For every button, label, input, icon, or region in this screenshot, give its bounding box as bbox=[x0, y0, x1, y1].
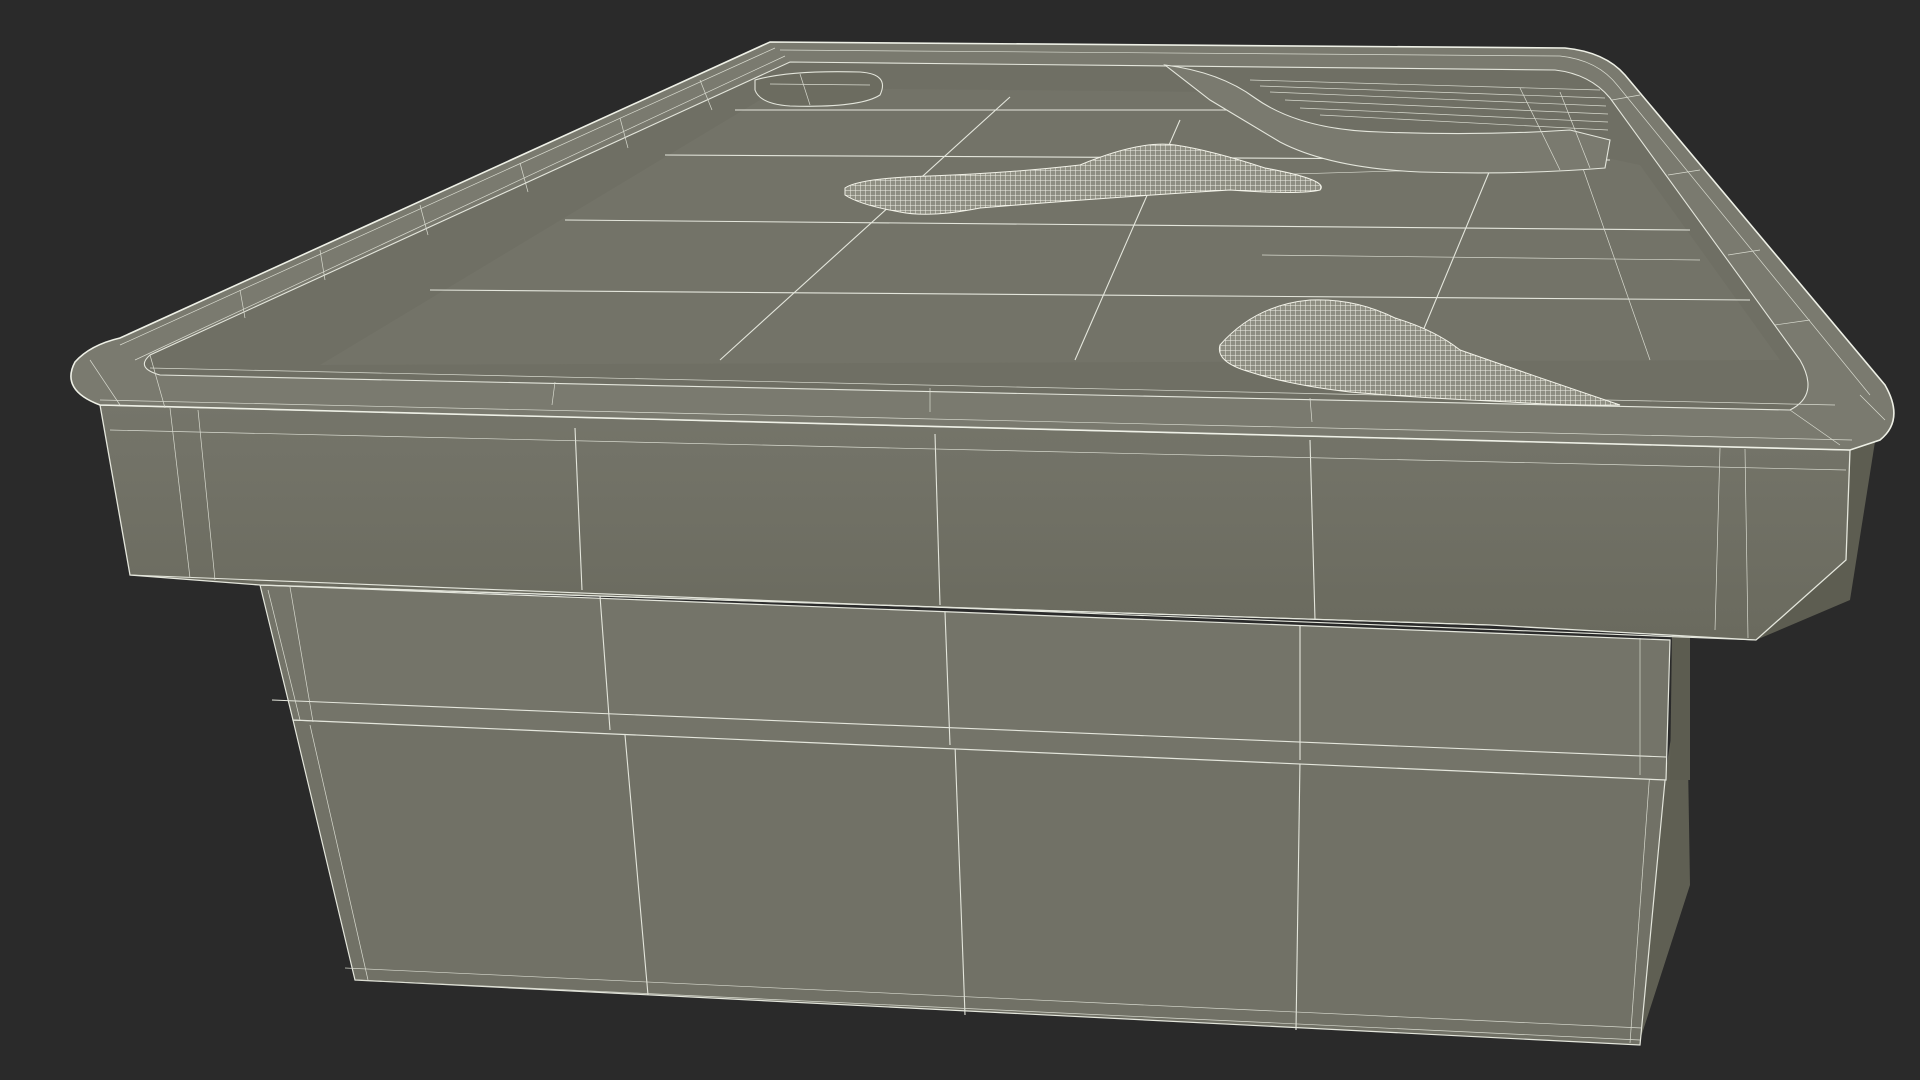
render-viewport bbox=[0, 0, 1920, 1080]
wireframe-table-render bbox=[70, 41, 1895, 1046]
corner-pocket bbox=[754, 71, 884, 107]
